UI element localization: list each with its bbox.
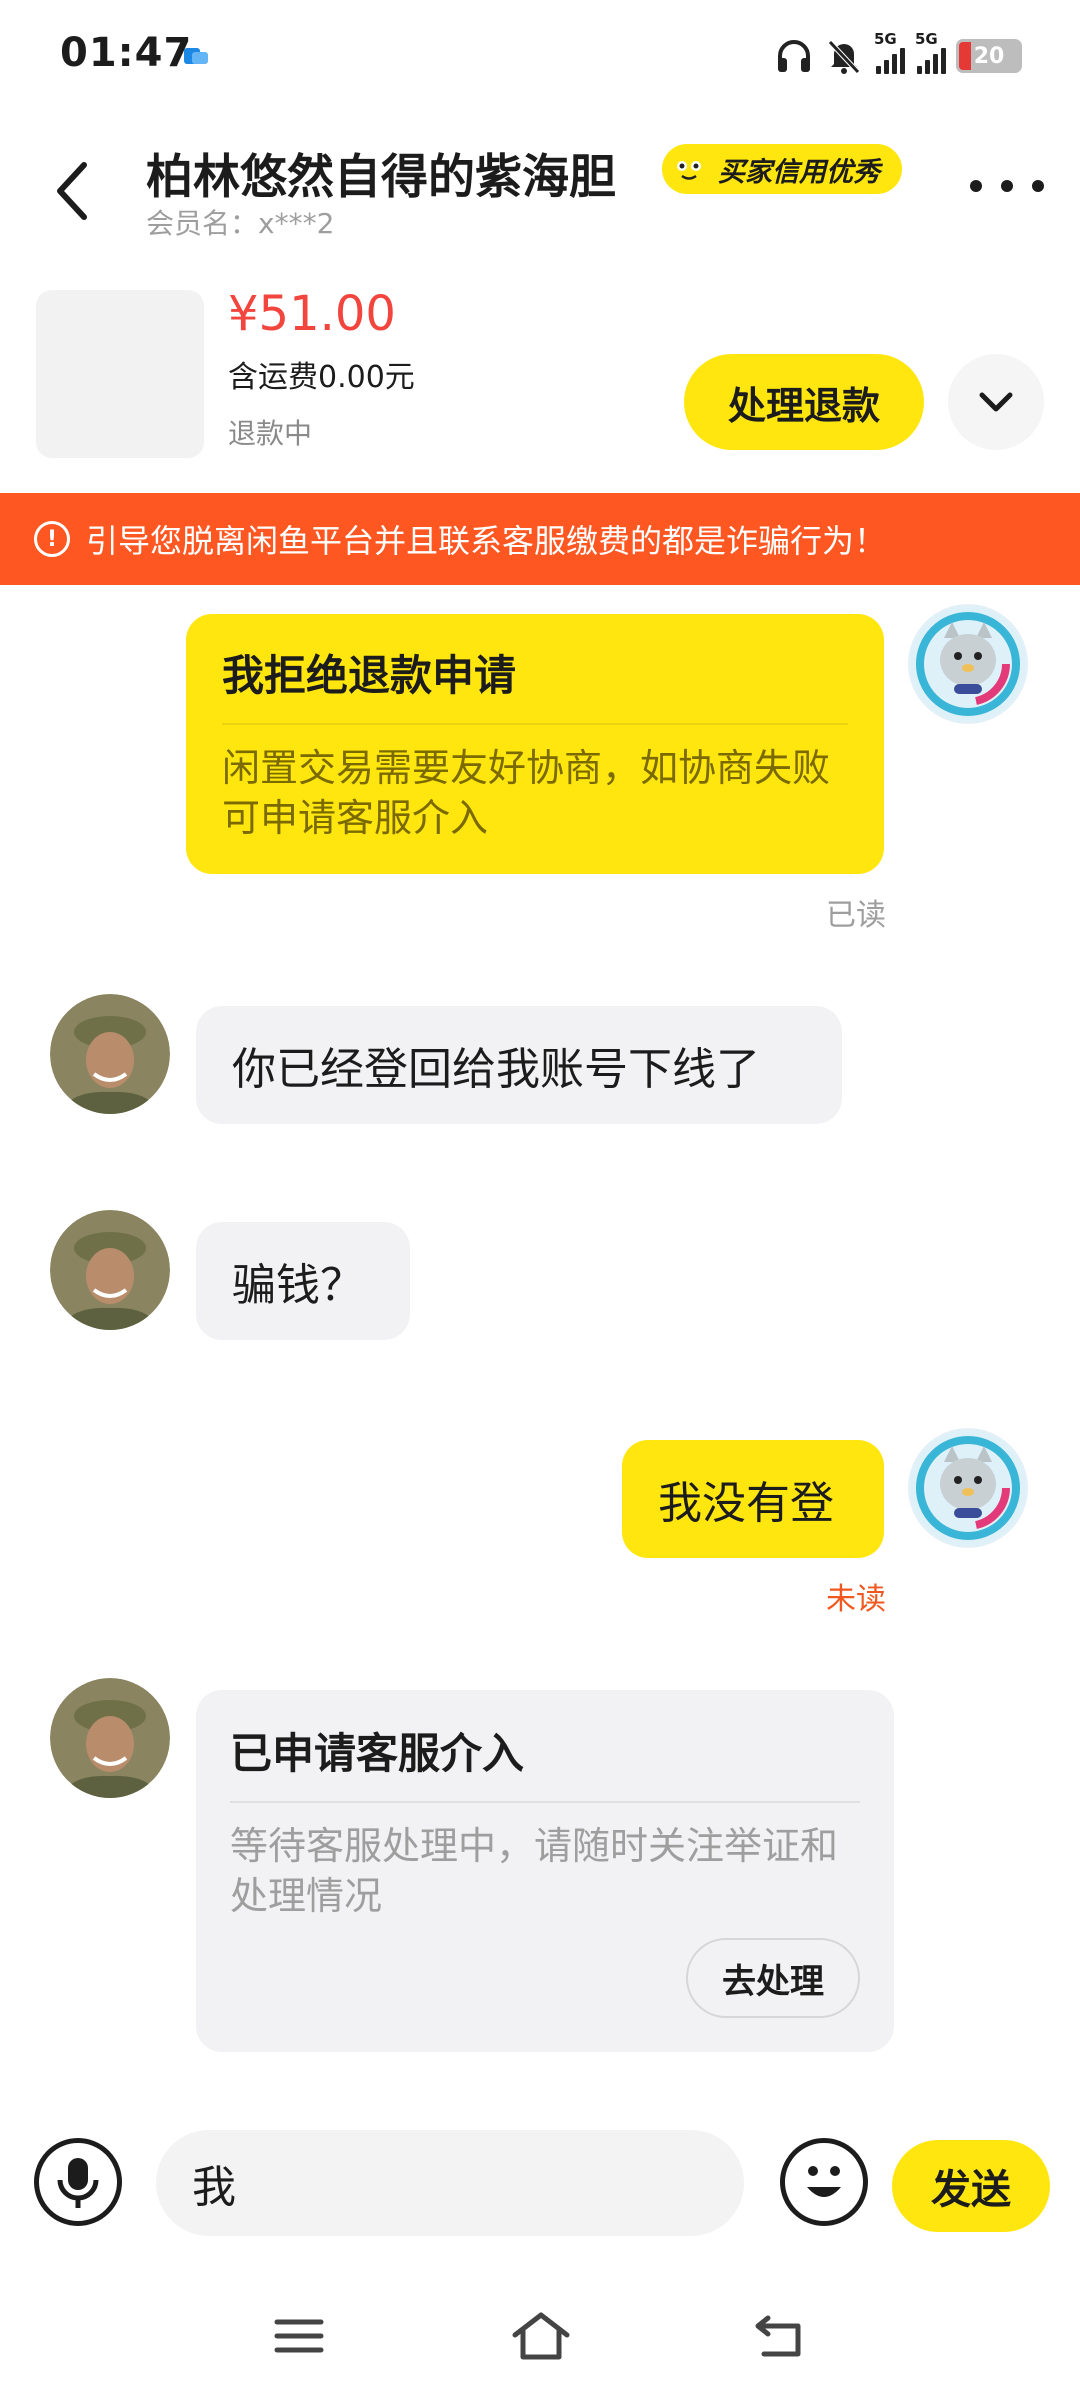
product-shipping: 含运费0.00元 — [228, 360, 415, 395]
dot — [970, 180, 982, 192]
battery-level — [959, 42, 971, 70]
dot — [1001, 180, 1013, 192]
system-nav-bar — [0, 2290, 1080, 2380]
app-notification-icon — [184, 48, 208, 64]
nav-home-button[interactable] — [506, 2306, 576, 2366]
chevron-left-icon — [57, 162, 87, 220]
message-bubble-incoming[interactable]: 你已经登回给我账号下线了 — [196, 1006, 842, 1124]
chat-header: 柏林悠然自得的紫海胆 买家信用优秀 会员名：x***2 — [0, 116, 1080, 266]
message-text: 你已经登回给我账号下线了 — [232, 1044, 760, 1095]
expand-button[interactable] — [948, 354, 1044, 450]
my-avatar[interactable] — [908, 604, 1028, 724]
credit-badge-label: 买家信用优秀 — [718, 156, 880, 188]
cat-avatar-icon — [910, 606, 1026, 722]
chevron-down-icon — [979, 392, 1013, 412]
send-button[interactable]: 发送 — [892, 2140, 1050, 2232]
card-divider — [222, 723, 848, 725]
message-text: 我没有登 — [658, 1478, 834, 1529]
message-input[interactable]: 我 — [156, 2130, 744, 2236]
contact-avatar[interactable] — [50, 1678, 170, 1798]
message-bubble-incoming[interactable]: 骗钱？ — [196, 1222, 410, 1340]
network-label: 5G — [915, 30, 938, 48]
input-bar: 我 发送 — [0, 2110, 1080, 2250]
battery-text: 20 — [973, 43, 1005, 69]
member-name: 会员名：x***2 — [146, 207, 335, 240]
unread-status: 未读 — [826, 1582, 886, 1617]
warning-text: 引导您脱离闲鱼平台并且联系客服缴费的都是诈骗行为！ — [86, 522, 887, 560]
message-text: 骗钱？ — [232, 1260, 364, 1311]
user-photo-icon — [50, 1678, 170, 1798]
refund-status: 退款中 — [228, 417, 313, 450]
back-arrow-icon — [755, 2315, 801, 2357]
signal-icon: 5G — [874, 30, 905, 74]
card-title: 已申请客服介入 — [230, 1729, 525, 1778]
contact-avatar[interactable] — [50, 994, 170, 1114]
warning-icon: ! — [34, 521, 70, 557]
product-price: ¥51.00 — [228, 286, 396, 342]
credit-badge[interactable]: 买家信用优秀 — [662, 144, 902, 194]
card-body: 等待客服处理中，请随时关注举证和处理情况 — [230, 1824, 839, 1918]
message-bubble-outgoing[interactable]: 我没有登 — [622, 1440, 884, 1558]
mute-bell-icon — [828, 40, 860, 74]
go-handle-button[interactable]: 去处理 — [686, 1938, 860, 2018]
message-card-service-intervention[interactable]: 已申请客服介入 等待客服处理中，请随时关注举证和处理情况 去处理 — [196, 1690, 894, 2052]
card-body: 闲置交易需要友好协商，如协商失败可申请客服介入 — [222, 746, 831, 840]
contact-name: 柏林悠然自得的紫海胆 — [146, 150, 616, 205]
read-status: 已读 — [826, 898, 886, 933]
my-avatar[interactable] — [908, 1428, 1028, 1548]
cat-avatar-icon — [910, 1430, 1026, 1546]
network-label: 5G — [874, 30, 897, 48]
product-thumbnail[interactable] — [36, 290, 204, 458]
card-divider — [230, 1801, 860, 1803]
message-card-refund-rejected[interactable]: 我拒绝退款申请 闲置交易需要友好协商，如协商失败可申请客服介入 — [186, 614, 884, 874]
fish-mascot-icon — [669, 149, 709, 189]
battery-icon: 20 — [956, 39, 1022, 73]
home-icon — [512, 2312, 570, 2360]
headphones-icon — [778, 40, 810, 72]
menu-icon — [274, 2319, 324, 2353]
signal-icon: 5G — [915, 30, 946, 74]
user-photo-icon — [50, 1210, 170, 1330]
status-bar: 01:47 5G 5G 20 — [0, 0, 1080, 116]
card-title: 我拒绝退款申请 — [222, 651, 517, 700]
nav-back-button[interactable] — [746, 2306, 816, 2366]
status-time: 01:47 — [60, 30, 193, 76]
contact-avatar[interactable] — [50, 1210, 170, 1330]
nav-menu-button[interactable] — [264, 2306, 334, 2366]
more-button[interactable] — [970, 166, 1044, 206]
fraud-warning-banner: ! 引导您脱离闲鱼平台并且联系客服缴费的都是诈骗行为！ — [0, 493, 1080, 585]
emoji-button[interactable] — [780, 2138, 868, 2226]
process-refund-button[interactable]: 处理退款 — [684, 354, 924, 450]
back-button[interactable] — [40, 146, 104, 236]
voice-button[interactable] — [34, 2138, 122, 2226]
microphone-icon — [57, 2158, 99, 2208]
user-photo-icon — [50, 994, 170, 1114]
emoji-icon — [807, 2166, 841, 2197]
dot — [1032, 180, 1044, 192]
product-card[interactable]: ¥51.00 含运费0.00元 退款中 处理退款 — [0, 280, 1080, 480]
